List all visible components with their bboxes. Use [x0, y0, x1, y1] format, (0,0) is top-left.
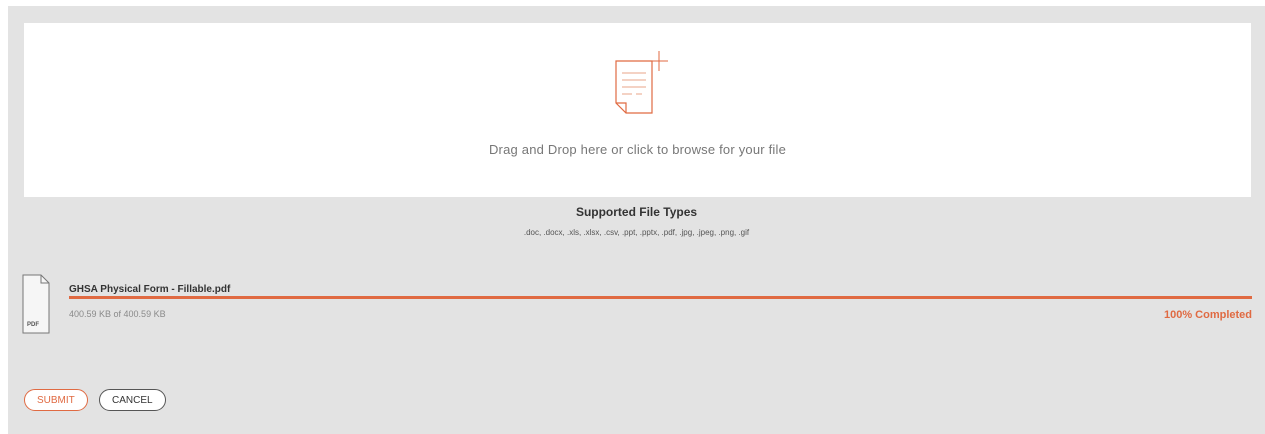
pdf-file-icon: PDF	[22, 274, 50, 334]
submit-button[interactable]: SUBMIT	[24, 389, 88, 411]
file-size: 400.59 KB of 400.59 KB	[69, 309, 166, 319]
dropzone-instructions: Drag and Drop here or click to browse fo…	[488, 142, 787, 157]
cancel-button[interactable]: CANCEL	[99, 389, 166, 411]
upload-status: 100% Completed	[1163, 309, 1252, 321]
file-name: GHSA Physical Form - Fillable.pdf	[69, 284, 231, 295]
upload-progress-fill	[69, 296, 1252, 299]
document-add-icon	[615, 51, 668, 114]
pdf-icon-label: PDF	[27, 322, 39, 328]
upload-progress-bar	[69, 296, 1252, 299]
upload-panel: Drag and Drop here or click to browse fo…	[8, 6, 1265, 434]
supported-file-types-title: Supported File Types	[575, 205, 698, 219]
file-dropzone[interactable]: Drag and Drop here or click to browse fo…	[24, 23, 1251, 197]
supported-file-types-list: .doc, .docx, .xls, .xlsx, .csv, .ppt, .p…	[523, 228, 750, 237]
uploaded-file-row: PDF GHSA Physical Form - Fillable.pdf 40…	[22, 274, 1252, 334]
